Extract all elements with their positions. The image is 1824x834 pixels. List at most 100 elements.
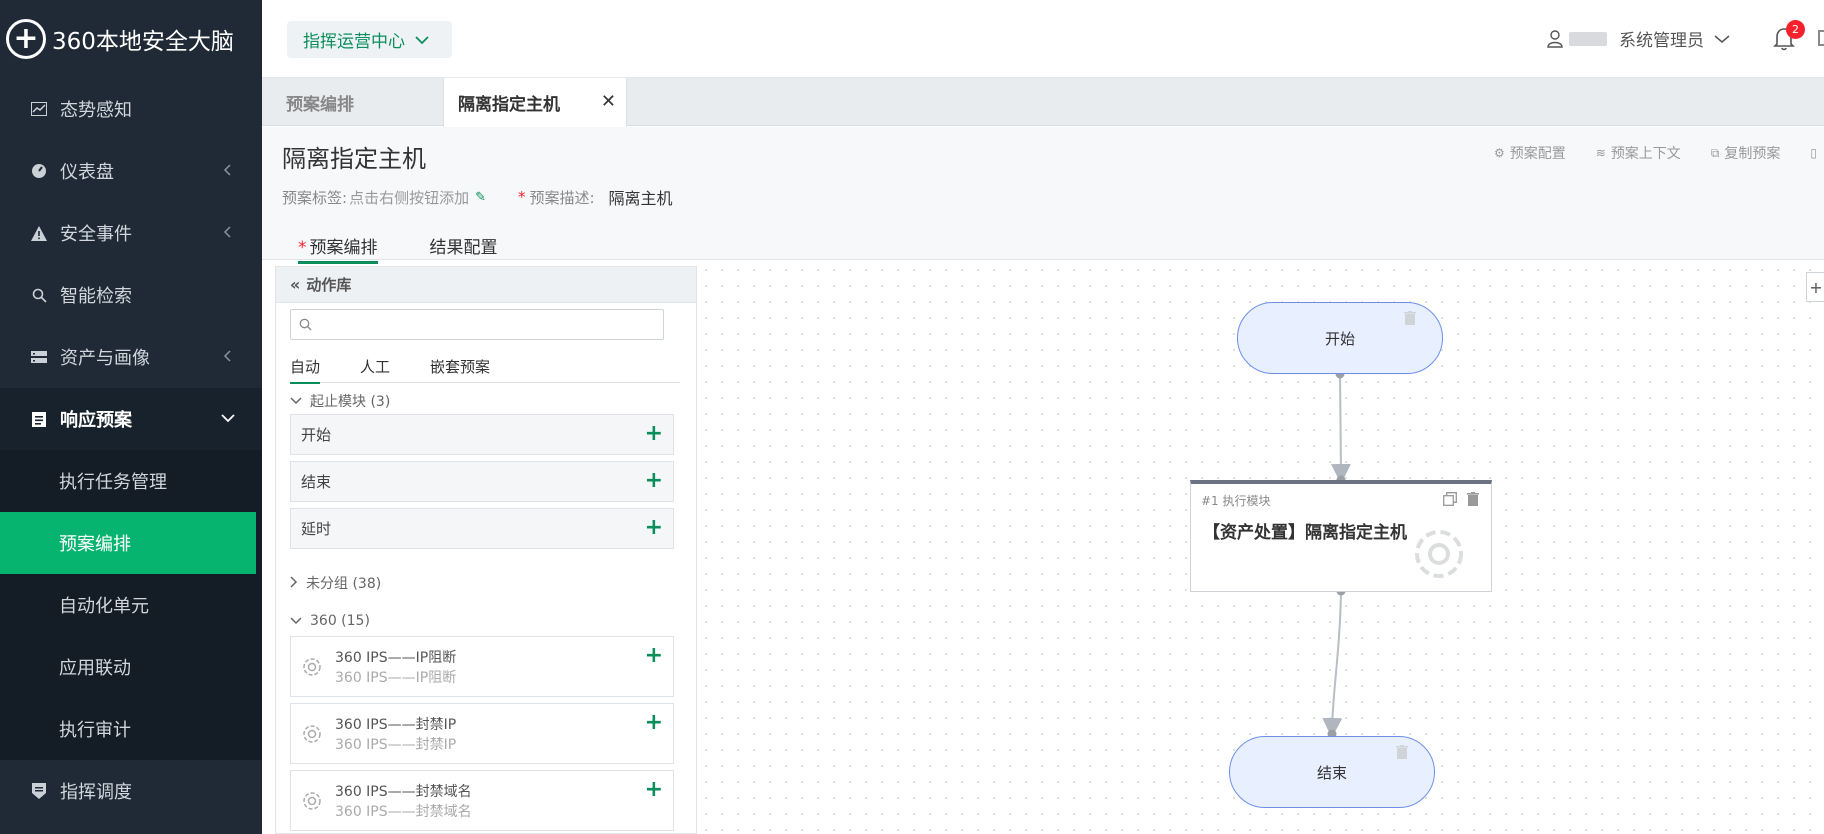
tab-label: 隔离指定主机 xyxy=(458,95,560,115)
add-icon[interactable]: + xyxy=(645,645,663,667)
chevron-down-icon xyxy=(221,414,235,423)
logo-text: 360本地安全大脑 xyxy=(52,29,234,55)
item-title: 360 IPS——IP阻断 xyxy=(335,650,457,666)
sidebar: + 360本地安全大脑 态势感知 仪表盘 安全事件 智能检索 资产与画像 响应预… xyxy=(0,0,262,834)
item-subtitle: 360 IPS——IP阻断 xyxy=(335,670,457,686)
library-title: 动作库 xyxy=(306,276,352,294)
action-label: 复制预案 xyxy=(1724,146,1781,162)
chevron-left-icon xyxy=(223,226,231,238)
warning-icon xyxy=(30,224,48,242)
subitem-label: 应用联动 xyxy=(59,658,131,679)
sidebar-item-response-plan[interactable]: 响应预案 xyxy=(0,388,262,450)
clipboard-icon xyxy=(30,410,48,428)
center-select-dropdown[interactable]: 指挥运营中心 xyxy=(287,21,452,58)
add-icon[interactable]: + xyxy=(645,779,663,801)
node-label: 开始 xyxy=(1324,329,1355,348)
tab-manual[interactable]: 人工 xyxy=(360,349,390,383)
search-icon xyxy=(30,286,48,304)
required-marker: * xyxy=(298,238,307,258)
collapse-icon[interactable]: « xyxy=(290,275,300,294)
list-item[interactable]: 360 IPS——IP阻断 360 IPS——IP阻断 + xyxy=(290,636,674,697)
sidebar-item-label: 仪表盘 xyxy=(60,162,114,183)
sidebar-subitem-automation-unit[interactable]: 自动化单元 xyxy=(0,574,262,636)
group-ungrouped[interactable]: 未分组 (38) xyxy=(290,573,381,593)
plan-config-button[interactable]: ⚙ 预案配置 xyxy=(1494,143,1566,163)
chevron-down-icon xyxy=(1714,34,1730,43)
sidebar-item-label: 智能检索 xyxy=(60,286,132,307)
plan-actions: ⚙ 预案配置 ≋ 预案上下文 ⧉ 复制预案 ▯ xyxy=(1494,143,1824,163)
node-title: 【资产处置】隔离指定主机 xyxy=(1203,523,1407,543)
app-root: + 360本地安全大脑 态势感知 仪表盘 安全事件 智能检索 资产与画像 响应预… xyxy=(0,0,1824,834)
sidebar-item-command-dispatch[interactable]: 指挥调度 xyxy=(0,760,262,822)
zoom-in-button[interactable]: + xyxy=(1806,272,1824,302)
sidebar-subitem-app-linkage[interactable]: 应用联动 xyxy=(0,636,262,698)
subtab-result-config[interactable]: 结果配置 xyxy=(430,233,498,264)
tab-isolate-host[interactable]: 隔离指定主机 ✕ xyxy=(443,78,627,127)
action-label: 预案配置 xyxy=(1509,146,1566,162)
plan-meta: 预案标签: 点击右侧按钮添加 ✎ * 预案描述: 隔离主机 xyxy=(282,185,673,209)
add-icon[interactable]: + xyxy=(645,423,663,445)
sidebar-subitem-exec-audit[interactable]: 执行审计 xyxy=(0,698,262,760)
fullscreen-icon[interactable] xyxy=(1818,30,1824,46)
sidebar-item-assets[interactable]: 资产与画像 xyxy=(0,326,262,388)
tab-plan-orchestration[interactable]: 预案编排 xyxy=(286,78,354,126)
copy-plan-button[interactable]: ⧉ 复制预案 xyxy=(1711,143,1781,163)
group-label: 360 (15) xyxy=(310,613,370,629)
gear-icon xyxy=(303,658,321,676)
trash-icon[interactable] xyxy=(1396,745,1408,759)
subitem-label: 执行任务管理 xyxy=(59,472,167,493)
add-icon[interactable]: + xyxy=(645,517,663,539)
tab-auto[interactable]: 自动 xyxy=(290,349,321,384)
center-select-value: 指挥运营中心 xyxy=(303,32,405,52)
subtab-orchestration[interactable]: * 预案编排 xyxy=(298,233,378,264)
sidebar-item-security-events[interactable]: 安全事件 xyxy=(0,202,262,264)
top-header: 指挥运营中心 系统管理员 2 xyxy=(262,0,1824,78)
tab-label: 嵌套预案 xyxy=(430,357,491,376)
logo-plus-icon: + xyxy=(6,19,46,59)
list-item[interactable]: 结束 + xyxy=(290,461,674,502)
sidebar-subitem-task-management[interactable]: 执行任务管理 xyxy=(0,450,262,512)
group-360[interactable]: 360 (15) xyxy=(290,613,370,629)
gear-icon xyxy=(303,725,321,743)
add-icon[interactable]: + xyxy=(645,712,663,734)
subitem-label: 自动化单元 xyxy=(59,596,149,617)
sidebar-item-smart-search[interactable]: 智能检索 xyxy=(0,264,262,326)
user-menu[interactable]: 系统管理员 xyxy=(1547,26,1730,51)
desc-label: 预案描述: xyxy=(529,188,595,207)
user-icon xyxy=(1547,29,1563,48)
tab-label: 人工 xyxy=(360,357,391,376)
action-library-header[interactable]: « 动作库 xyxy=(276,267,696,303)
logo[interactable]: + 360本地安全大脑 xyxy=(6,17,234,61)
desc-value: 隔离主机 xyxy=(608,189,673,208)
chevron-down-icon xyxy=(290,394,302,408)
chevron-left-icon xyxy=(223,164,231,176)
start-node[interactable]: 开始 xyxy=(1237,302,1443,374)
library-search[interactable] xyxy=(290,309,664,340)
trash-icon[interactable] xyxy=(1404,311,1416,325)
add-icon[interactable]: + xyxy=(645,470,663,492)
trash-icon[interactable] xyxy=(1467,492,1479,506)
list-item[interactable]: 开始 + xyxy=(290,414,674,455)
list-item[interactable]: 360 IPS——封禁IP 360 IPS——封禁IP + xyxy=(290,703,674,764)
list-item[interactable]: 延时 + xyxy=(290,508,674,549)
action-label: 预案上下文 xyxy=(1610,146,1681,162)
sidebar-item-label: 安全事件 xyxy=(60,224,132,245)
plan-context-button[interactable]: ≋ 预案上下文 xyxy=(1596,143,1681,163)
sidebar-nav: 态势感知 仪表盘 安全事件 智能检索 资产与画像 响应预案 执行任务管理 预案编… xyxy=(0,78,262,822)
save-icon[interactable]: ▯ xyxy=(1810,143,1822,163)
sidebar-item-dashboard[interactable]: 仪表盘 xyxy=(0,140,262,202)
end-node[interactable]: 结束 xyxy=(1229,736,1435,808)
search-input[interactable] xyxy=(318,317,648,332)
sidebar-submenu: 执行任务管理 预案编排 自动化单元 应用联动 执行审计 xyxy=(0,450,262,760)
sidebar-subitem-plan-orchestration[interactable]: 预案编排 xyxy=(0,512,256,574)
copy-icon[interactable] xyxy=(1443,492,1457,506)
tab-nested-plan[interactable]: 嵌套预案 xyxy=(430,349,490,383)
group-start-end[interactable]: 起止模块 (3) xyxy=(290,391,390,411)
tab-label: 预案编排 xyxy=(286,94,354,115)
sidebar-item-situation[interactable]: 态势感知 xyxy=(0,78,262,140)
list-item[interactable]: 360 IPS——封禁域名 360 IPS——封禁域名 + xyxy=(290,770,674,831)
node-actions xyxy=(1443,492,1479,506)
edit-tag-icon[interactable]: ✎ xyxy=(475,190,486,205)
exec-module-node[interactable]: #1 执行模块 【资产处置】隔离指定主机 xyxy=(1190,480,1492,592)
close-icon[interactable]: ✕ xyxy=(601,91,616,112)
